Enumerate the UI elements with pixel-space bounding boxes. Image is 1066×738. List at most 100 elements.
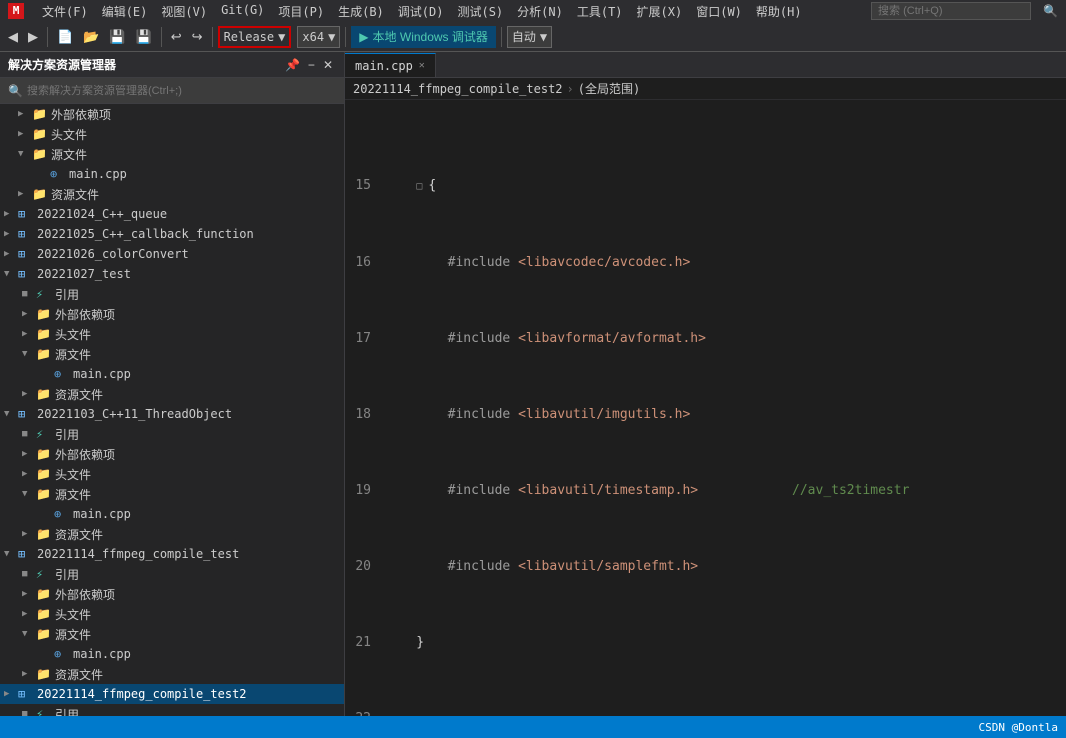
- tree-proj-thread[interactable]: ▼ ⊞ 20221103_C++11_ThreadObject: [0, 404, 344, 424]
- main-area: 解决方案资源管理器 📌 − ✕ 🔍 ▶ 📁 外部依赖项 ▶ 📁 头文件: [0, 52, 1066, 716]
- play-icon: ▶: [359, 30, 368, 44]
- tree-item-ref27[interactable]: ■ ⚡ 引用: [0, 284, 344, 304]
- menu-git[interactable]: Git(G): [215, 2, 270, 21]
- menu-debug[interactable]: 调试(D): [392, 2, 450, 21]
- debugger-label: 本地 Windows 调试器: [373, 28, 488, 45]
- tree-label: 源文件: [55, 626, 91, 643]
- tree-item-h-thread[interactable]: ▶ 📁 头文件: [0, 464, 344, 484]
- tree-item-ref-thread[interactable]: ■ ⚡ 引用: [0, 424, 344, 444]
- arrow-icon: ▶: [4, 249, 18, 259]
- tree-proj-test27[interactable]: ▼ ⊞ 20221027_test: [0, 264, 344, 284]
- forward-btn[interactable]: ▶: [24, 26, 42, 48]
- toolbar: ◀ ▶ 📄 📂 💾 💾 ↩ ↪ Release ▼ x64 ▼ ▶ 本地 Win…: [0, 22, 1066, 52]
- menu-test[interactable]: 测试(S): [451, 2, 509, 21]
- sidebar: 解决方案资源管理器 📌 − ✕ 🔍 ▶ 📁 外部依赖项 ▶ 📁 头文件: [0, 52, 345, 716]
- tree-item-main27[interactable]: ⊕ main.cpp: [0, 364, 344, 384]
- editor-breadcrumb: 20221114_ffmpeg_compile_test2 › (全局范围): [345, 78, 1066, 100]
- tree-item-resources1[interactable]: ▶ 📁 资源文件: [0, 184, 344, 204]
- tree-item-main-thread[interactable]: ⊕ main.cpp: [0, 504, 344, 524]
- tree-proj-ffmpeg2[interactable]: ▶ ⊞ 20221114_ffmpeg_compile_test2: [0, 684, 344, 704]
- undo-btn[interactable]: ↩: [167, 26, 186, 48]
- arrow-icon: [36, 169, 50, 179]
- arch-dropdown[interactable]: x64 ▼: [297, 26, 340, 48]
- arrow-icon: ▶: [22, 389, 36, 399]
- folder-icon: 📁: [36, 607, 52, 621]
- run-debugger-btn[interactable]: ▶ 本地 Windows 调试器: [351, 26, 496, 48]
- tree-proj-color[interactable]: ▶ ⊞ 20221026_colorConvert: [0, 244, 344, 264]
- arrow-icon: ▶: [4, 209, 18, 219]
- arrow-icon: ▼: [4, 549, 18, 559]
- save-btn[interactable]: 💾: [105, 26, 129, 48]
- auto-dropdown[interactable]: 自动 ▼: [507, 26, 552, 48]
- arrow-icon: ■: [22, 569, 36, 579]
- search-icon: 🔍: [1043, 4, 1058, 18]
- code-text: #include <libavutil/samplefmt.h>: [381, 557, 1066, 576]
- tree-item-ref-ffmpeg1[interactable]: ■ ⚡ 引用: [0, 564, 344, 584]
- tree-item-headers1[interactable]: ▶ 📁 头文件: [0, 124, 344, 144]
- menu-project[interactable]: 项目(P): [272, 2, 330, 21]
- tab-label: main.cpp: [355, 59, 413, 73]
- arrow-icon: ▶: [22, 469, 36, 479]
- menu-extensions[interactable]: 扩展(X): [631, 2, 689, 21]
- proj-icon: ⊞: [18, 247, 34, 261]
- menu-help[interactable]: 帮助(H): [750, 2, 808, 21]
- menu-edit[interactable]: 编辑(E): [96, 2, 154, 21]
- arrow-icon: ▶: [22, 449, 36, 459]
- tree-item-h27[interactable]: ▶ 📁 头文件: [0, 324, 344, 344]
- menu-analyze[interactable]: 分析(N): [511, 2, 569, 21]
- tree-item-src-thread[interactable]: ▼ 📁 源文件: [0, 484, 344, 504]
- tree-item-h-ffmpeg1[interactable]: ▶ 📁 头文件: [0, 604, 344, 624]
- config-dropdown[interactable]: Release ▼: [218, 26, 292, 48]
- tree-item-ext-ffmpeg1[interactable]: ▶ 📁 外部依赖项: [0, 584, 344, 604]
- tree-item-ext-deps1[interactable]: ▶ 📁 外部依赖项: [0, 104, 344, 124]
- tree-proj-callback[interactable]: ▶ ⊞ 20221025_C++_callback_function: [0, 224, 344, 244]
- menu-build[interactable]: 生成(B): [332, 2, 390, 21]
- menu-view[interactable]: 视图(V): [155, 2, 213, 21]
- save-all-btn[interactable]: 💾: [132, 26, 156, 48]
- tree-item-res-thread[interactable]: ▶ 📁 资源文件: [0, 524, 344, 544]
- tree-item-src27[interactable]: ▼ 📁 源文件: [0, 344, 344, 364]
- tree-item-ext-thread[interactable]: ▶ 📁 外部依赖项: [0, 444, 344, 464]
- tree-item-res-ffmpeg1[interactable]: ▶ 📁 资源文件: [0, 664, 344, 684]
- menu-file[interactable]: 文件(F): [36, 2, 94, 21]
- new-project-btn[interactable]: 📄: [53, 26, 77, 48]
- tree-item-main-ffmpeg1[interactable]: ⊕ main.cpp: [0, 644, 344, 664]
- sidebar-search-bar[interactable]: 🔍: [0, 78, 344, 104]
- back-btn[interactable]: ◀: [4, 26, 22, 48]
- tree-label: 头文件: [55, 466, 91, 483]
- sidebar-header: 解决方案资源管理器 📌 − ✕: [0, 52, 344, 78]
- line-number: 21: [353, 633, 381, 652]
- tree-item-ref-ffmpeg2[interactable]: ■ ⚡ 引用: [0, 704, 344, 716]
- config-arrow: ▼: [278, 30, 285, 44]
- auto-arrow: ▼: [540, 30, 547, 44]
- sidebar-search-input[interactable]: [27, 85, 336, 97]
- folder-icon: 📁: [36, 487, 52, 501]
- tree-proj-ffmpeg1[interactable]: ▼ ⊞ 20221114_ffmpeg_compile_test: [0, 544, 344, 564]
- tree-item-maincpp1[interactable]: ⊕ main.cpp: [0, 164, 344, 184]
- tree-item-src-ffmpeg1[interactable]: ▼ 📁 源文件: [0, 624, 344, 644]
- tree-label: 资源文件: [55, 666, 103, 683]
- sidebar-minimize-btn[interactable]: −: [305, 57, 318, 73]
- open-btn[interactable]: 📂: [79, 26, 103, 48]
- redo-btn[interactable]: ↪: [188, 26, 207, 48]
- fold-icon[interactable]: □: [416, 177, 428, 196]
- tab-maincpp[interactable]: main.cpp ✕: [345, 53, 436, 77]
- arrow-icon: ▶: [18, 109, 32, 119]
- tree-proj-queue[interactable]: ▶ ⊞ 20221024_C++_queue: [0, 204, 344, 224]
- tab-close-icon[interactable]: ✕: [419, 60, 425, 71]
- folder-icon: 📁: [32, 187, 48, 201]
- sidebar-pin-btn[interactable]: 📌: [282, 57, 303, 73]
- proj-icon: ⊞: [18, 207, 34, 221]
- title-search-input[interactable]: [871, 2, 1031, 20]
- menu-tools[interactable]: 工具(T): [571, 2, 629, 21]
- sidebar-close-btn[interactable]: ✕: [320, 57, 336, 73]
- status-bar: CSDN @Dontla: [0, 716, 1066, 738]
- tree-item-sources1[interactable]: ▼ 📁 源文件: [0, 144, 344, 164]
- menu-window[interactable]: 窗口(W): [690, 2, 748, 21]
- folder-icon: 📁: [32, 107, 48, 121]
- toolbar-sep5: [501, 27, 502, 47]
- tree-label: 20221026_colorConvert: [37, 247, 189, 261]
- tree-item-ext27[interactable]: ▶ 📁 外部依赖项: [0, 304, 344, 324]
- code-area[interactable]: 15 □{ 16 #include <libavcodec/avcodec.h>…: [345, 100, 1066, 716]
- tree-item-res27[interactable]: ▶ 📁 资源文件: [0, 384, 344, 404]
